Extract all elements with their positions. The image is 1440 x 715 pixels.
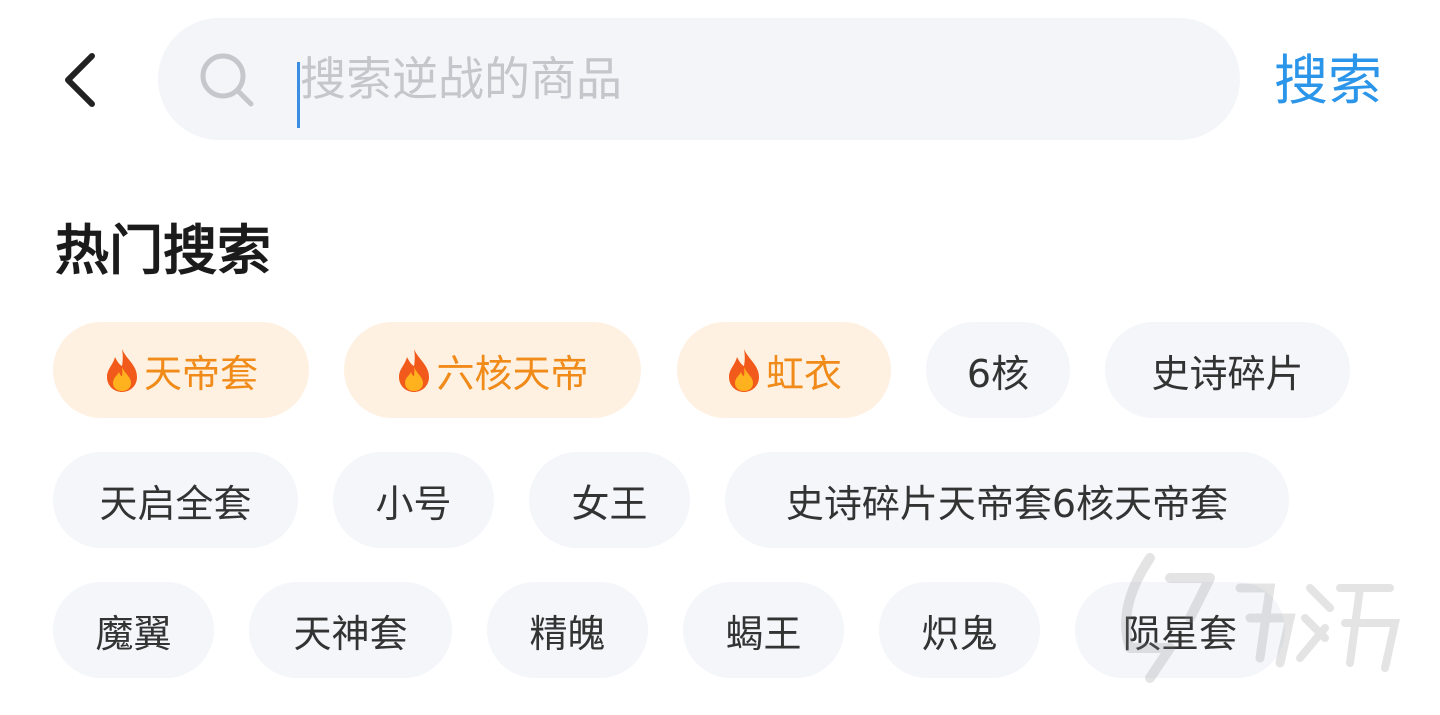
chevron-left-icon [65, 53, 95, 107]
back-button[interactable] [56, 48, 104, 112]
fire-icon [726, 347, 762, 393]
search-bar[interactable] [158, 18, 1240, 140]
search-button[interactable]: 搜索 [1274, 46, 1382, 116]
hot-tag[interactable]: 虹衣 [677, 322, 891, 418]
search-icon [200, 53, 254, 107]
tag-label: 6核 [966, 351, 1030, 396]
search-tag[interactable]: 女王 [529, 452, 690, 548]
search-tag[interactable]: 6核 [926, 322, 1070, 418]
search-tag[interactable]: 陨星套 [1075, 582, 1285, 678]
search-tag[interactable]: 史诗碎片 [1105, 322, 1350, 418]
search-tag[interactable]: 蝎王 [683, 582, 844, 678]
search-page: 搜索 热门搜索 天帝套 六核天帝 虹衣 6核 [0, 0, 1440, 715]
hot-search-title: 热门搜索 [55, 219, 271, 282]
hot-tag[interactable]: 天帝套 [53, 322, 309, 418]
tag-label: 女王 [571, 481, 648, 526]
tag-label: 史诗碎片天帝套6核天帝套 [785, 481, 1229, 526]
fire-icon [104, 347, 140, 393]
tag-label: 天启全套 [99, 481, 252, 526]
tag-label: 精魄 [529, 611, 606, 656]
tag-label: 蝎王 [725, 611, 802, 656]
tag-label: 史诗碎片 [1151, 351, 1304, 396]
search-tag[interactable]: 小号 [333, 452, 494, 548]
search-tag[interactable]: 炽鬼 [879, 582, 1040, 678]
tag-label: 小号 [375, 481, 452, 526]
search-tag[interactable]: 天神套 [249, 582, 452, 678]
search-tag[interactable]: 魔翼 [53, 582, 214, 678]
tag-label: 虹衣 [765, 351, 842, 396]
search-tag[interactable]: 史诗碎片天帝套6核天帝套 [725, 452, 1289, 548]
tag-label: 炽鬼 [921, 611, 998, 656]
hot-tag[interactable]: 六核天帝 [344, 322, 641, 418]
tag-label: 天帝套 [143, 351, 258, 396]
tag-label: 陨星套 [1122, 611, 1237, 656]
search-input[interactable] [300, 48, 1180, 110]
tag-label: 天神套 [293, 611, 408, 656]
tag-label: 魔翼 [95, 611, 172, 656]
fire-icon [396, 347, 432, 393]
tag-label: 六核天帝 [436, 351, 589, 396]
search-tag[interactable]: 精魄 [487, 582, 648, 678]
search-tag[interactable]: 天启全套 [53, 452, 298, 548]
